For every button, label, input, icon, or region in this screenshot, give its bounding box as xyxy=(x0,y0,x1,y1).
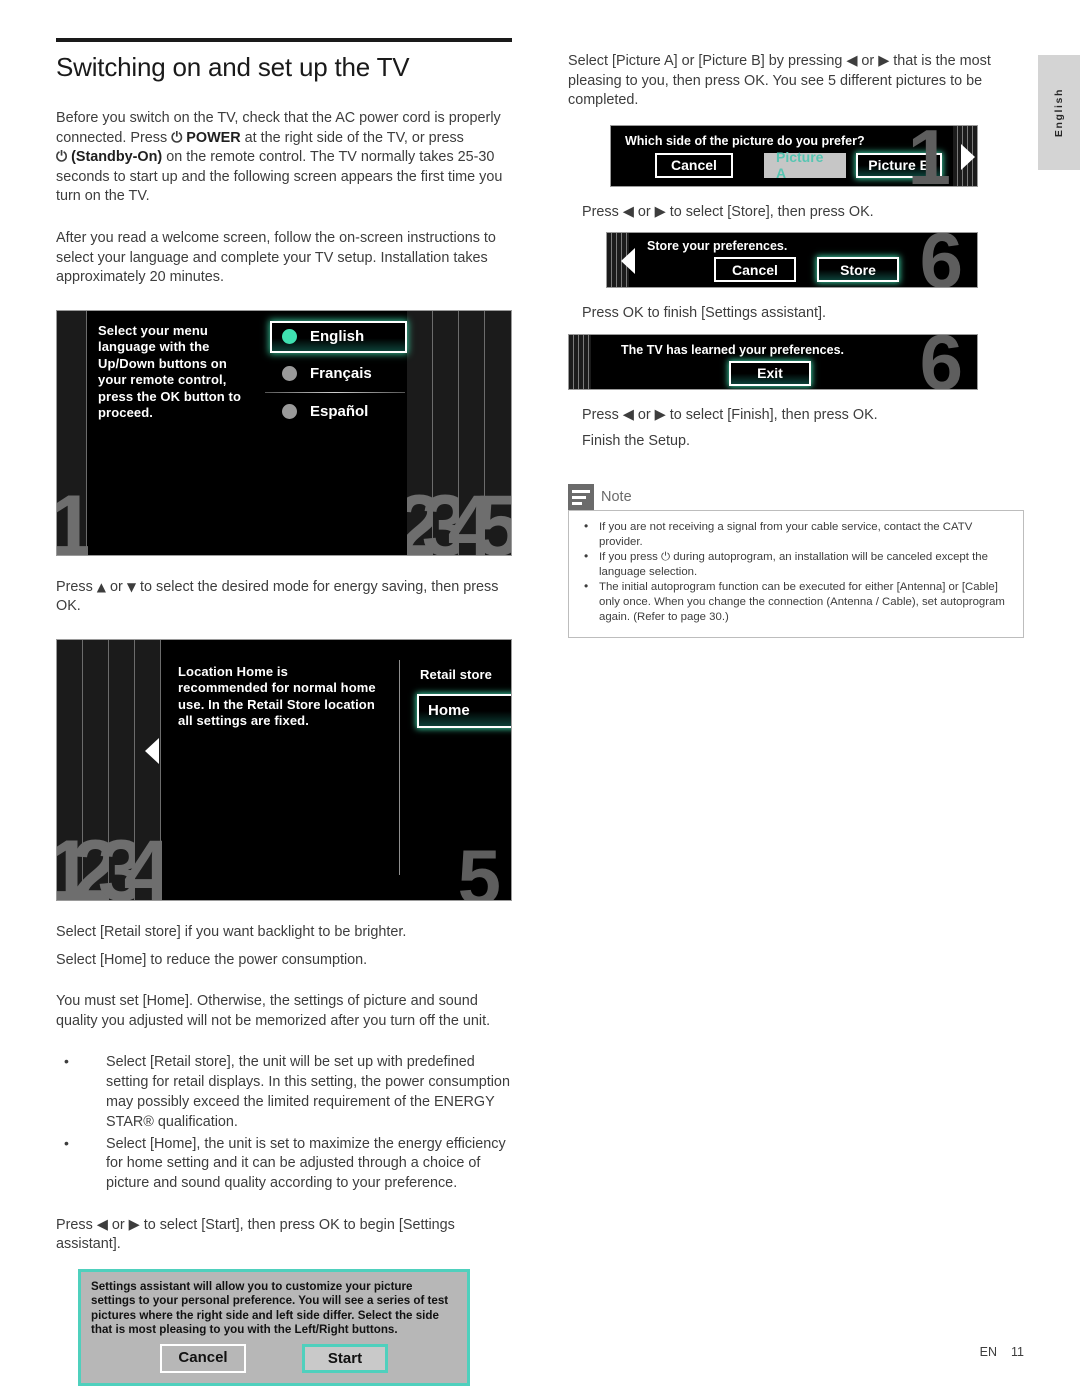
loc-step-strip-4: 4 xyxy=(124,639,171,900)
footer-language-code: EN xyxy=(979,1345,998,1359)
exit-button[interactable]: Exit xyxy=(729,360,811,386)
paragraph-energy-mode: Press ▲ or ▼ to select the desired mode … xyxy=(56,578,514,617)
power-icon: ⏻ xyxy=(171,129,183,146)
language-option-english-label: English xyxy=(310,328,365,346)
note-box: Note If you are not receiving a signal f… xyxy=(568,484,1024,639)
energy-text-a: Press xyxy=(56,578,97,595)
standby-label: (Standby-On) xyxy=(71,149,163,166)
power-label: POWER xyxy=(186,129,241,146)
note-header: Note xyxy=(568,484,1024,510)
location-instruction: Location Home is recommended for normal … xyxy=(178,663,376,729)
note-heading: Note xyxy=(601,489,632,505)
tv-screen-language: 1 2 3 4 5 Select your menu language with… xyxy=(56,309,512,556)
left-column: Switching on and set up the TV Before yo… xyxy=(56,38,514,1386)
paragraph-welcome: After you read a welcome screen, follow … xyxy=(56,229,496,286)
location-option-home-label: Home xyxy=(428,702,470,720)
manual-page: English Switching on and set up the TV B… xyxy=(0,0,1080,1397)
picture-step-number: 1 xyxy=(907,124,951,187)
paragraph-press-store: Press ◀ or ▶ to select [Store], then pre… xyxy=(582,203,874,220)
right-column: Select [Picture A] or [Picture B] by pre… xyxy=(568,52,1026,451)
radio-dot-english xyxy=(282,329,297,345)
language-option-english[interactable]: English xyxy=(270,320,407,353)
menu-divider xyxy=(265,391,405,393)
step-number-5: 5 xyxy=(474,483,511,555)
cancel-button[interactable]: Cancel xyxy=(160,1343,246,1373)
settings-assistant-text: Settings assistant will allow you to cus… xyxy=(91,1280,449,1337)
list-item: If you are not receiving a signal from y… xyxy=(581,519,1011,549)
tv-banner-picture-choice: Which side of the picture do you prefer?… xyxy=(610,124,978,187)
paragraph-must-set-home: You must set [Home]. Otherwise, the sett… xyxy=(56,993,491,1029)
language-side-tab: English xyxy=(1038,55,1080,170)
loc-step-number-5: 5 xyxy=(457,832,501,901)
language-instruction: Select your menu language with the Up/Do… xyxy=(98,322,242,421)
energy-bullet-list: Select [Retail store], the unit will be … xyxy=(56,1052,514,1194)
picture-cancel-button[interactable]: Cancel xyxy=(655,152,733,178)
language-option-francais-label: Français xyxy=(310,365,372,383)
tv-banner-store: Store your preferences. Cancel Store 6 xyxy=(606,232,978,289)
list-item: Select [Home], the unit is set to maximi… xyxy=(56,1133,514,1194)
radio-dot-espanol xyxy=(282,404,297,420)
list-item: The initial autoprogram function can be … xyxy=(581,579,1011,624)
settings-assistant-buttons: Cancel Start xyxy=(91,1343,457,1373)
tv-banner-learned: The TV has learned your preferences. Exi… xyxy=(568,333,978,390)
paragraph-power-on: Before you switch on the TV, check that … xyxy=(56,109,514,207)
learned-step-hatch xyxy=(569,334,591,389)
location-option-home[interactable]: Home xyxy=(417,693,511,728)
page-title: Switching on and set up the TV xyxy=(56,52,410,82)
prev-arrow-icon xyxy=(145,737,159,764)
learned-step-number: 6 xyxy=(919,333,963,390)
arrow-down-icon: ▼ xyxy=(126,579,137,594)
para1-part-b: at the right side of the TV, or press xyxy=(240,129,464,146)
picture-a-button[interactable]: Picture A xyxy=(764,149,846,181)
step-strip-current: 1 xyxy=(57,310,95,555)
energy-text-or: or xyxy=(106,578,127,595)
side-tab-label: English xyxy=(1053,87,1065,138)
store-step-number: 6 xyxy=(919,232,963,289)
paragraph-select-home: Select [Home] to reduce the power consum… xyxy=(56,951,368,968)
language-option-espanol-label: Español xyxy=(310,403,369,421)
store-button[interactable]: Store xyxy=(817,257,899,283)
store-banner-title: Store your preferences. xyxy=(647,239,788,254)
paragraph-finish-setup: Finish the Setup. xyxy=(582,432,690,449)
language-option-francais[interactable]: Français xyxy=(272,358,405,390)
paragraph-select-retail: Select [Retail store] if you want backli… xyxy=(56,923,407,940)
learned-banner-title: The TV has learned your preferences. xyxy=(621,342,844,357)
page-footer: EN 11 xyxy=(980,1345,1024,1359)
note-icon xyxy=(568,484,594,510)
next-arrow-icon xyxy=(961,143,975,170)
paragraph-press-finish: Press ◀ or ▶ to select [Finish], then pr… xyxy=(582,406,878,423)
note-list: If you are not receiving a signal from y… xyxy=(581,519,1011,624)
list-item: If you press ⏻ during autoprogram, an in… xyxy=(581,549,1011,579)
picture-banner-title: Which side of the picture do you prefer? xyxy=(625,133,865,148)
location-option-retail[interactable]: Retail store xyxy=(420,667,511,684)
store-cancel-button[interactable]: Cancel xyxy=(714,257,796,283)
footer-page-number: 11 xyxy=(1011,1345,1024,1359)
paragraph-picture-select: Select [Picture A] or [Picture B] by pre… xyxy=(568,53,991,109)
paragraph-press-start: Press ◀ or ▶ to select [Start], then pre… xyxy=(56,1216,455,1253)
radio-dot-francais xyxy=(282,366,297,382)
step-strip-5: 5 xyxy=(474,310,511,555)
store-prev-arrow-icon xyxy=(621,248,635,275)
title-rule xyxy=(56,38,512,42)
start-button[interactable]: Start xyxy=(302,1343,388,1373)
arrow-up-icon: ▲ xyxy=(96,579,107,594)
tv-screen-location: 1 2 3 4 5 Location Home is recommended f… xyxy=(56,638,512,901)
standby-icon: ⏻ xyxy=(56,149,68,166)
loc-vertical-divider xyxy=(399,659,400,875)
settings-assistant-dialog: Settings assistant will allow you to cus… xyxy=(78,1269,470,1386)
paragraph-press-ok-finish: Press OK to finish [Settings assistant]. xyxy=(582,305,826,322)
language-option-espanol[interactable]: Español xyxy=(272,396,405,428)
list-item: Select [Retail store], the unit will be … xyxy=(56,1052,514,1132)
note-body: If you are not receiving a signal from y… xyxy=(568,510,1024,639)
